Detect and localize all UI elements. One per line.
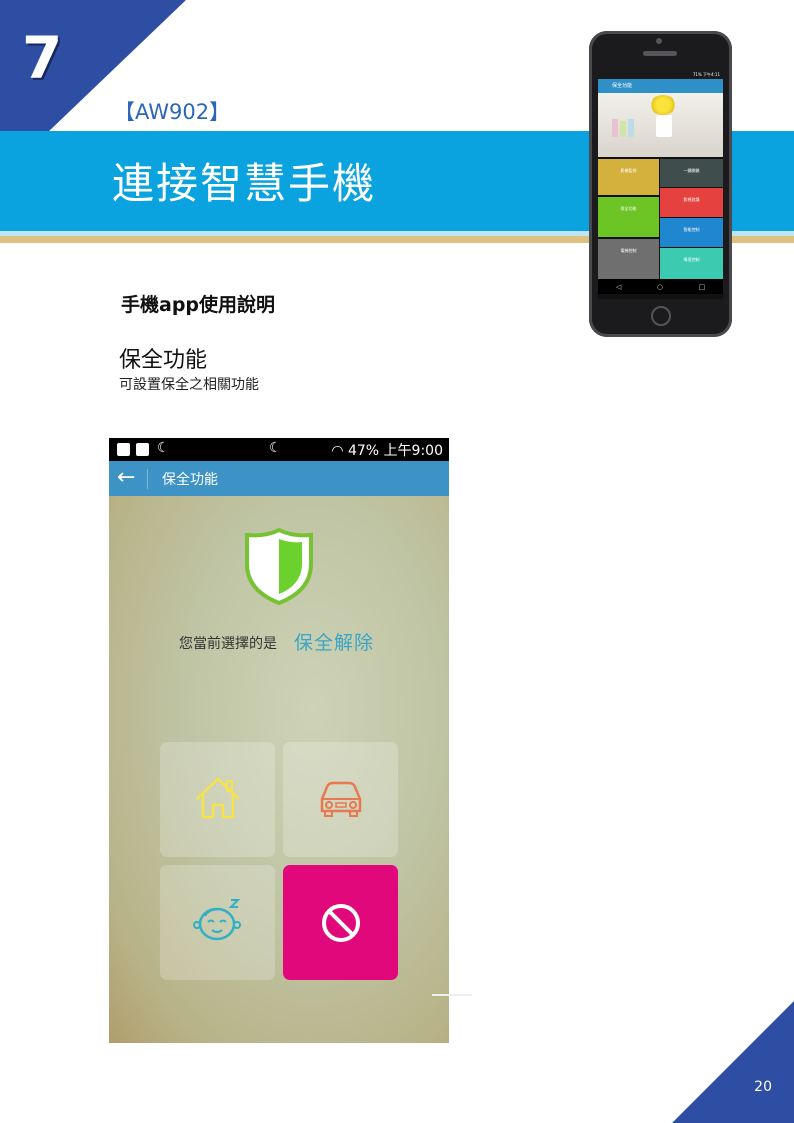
phone-tile-scene: 情境控制 (660, 248, 723, 279)
phone-mockup: 71% 下午4:11 保全功能 影像監視 一鍵開鎖 影視對講 保全功能 智能控制… (589, 31, 732, 337)
hero-flower (650, 95, 676, 115)
section-description: 可設置保全之相關功能 (119, 377, 259, 393)
model-label: 【AW902】 (114, 100, 231, 124)
subheading: 手機app使用說明 (121, 294, 276, 316)
notification-icon (117, 443, 130, 456)
phone-tile-unlock: 一鍵開鎖 (660, 159, 723, 187)
phone-speaker (643, 51, 677, 56)
shield-icon (245, 527, 313, 606)
do-not-disturb-icon: ☾ (269, 440, 282, 456)
phone-nav-bar: ◁ ○ □ (598, 279, 723, 294)
car-icon (320, 781, 362, 817)
image-notification-icon (136, 443, 149, 456)
mode-label: 您當前選擇的是 (179, 636, 277, 652)
back-arrow-icon[interactable]: ← (117, 465, 135, 490)
home-mode-button[interactable] (160, 742, 275, 857)
phone-recents-icon: □ (698, 282, 706, 291)
phone-back-icon: ◁ (615, 282, 622, 291)
phone-status-bar: 71% 下午4:11 (598, 71, 723, 79)
phone-tile-intercom: 影視對講 (660, 188, 723, 217)
section-title: 保全功能 (119, 348, 208, 373)
hero-vase (656, 115, 672, 137)
page-number: 20 (754, 1079, 772, 1095)
chapter-number: 7 (22, 24, 63, 92)
phone-home-button (651, 306, 671, 326)
app-bar-divider (147, 469, 148, 489)
mode-value: 保全解除 (294, 632, 375, 654)
phone-app-title: 保全功能 (612, 83, 633, 89)
wifi-icon: ◠ (331, 443, 344, 459)
disarm-mode-button[interactable] (283, 865, 398, 980)
moon-icon: ☾ (157, 440, 170, 456)
app-screenshot: ☾ ☾ ◠ 47% 上午9:00 ← 保全功能 您當前選擇的是 保全解除 (109, 438, 449, 1043)
hero-glass (612, 119, 618, 137)
phone-home-icon: ○ (656, 282, 663, 291)
phone-camera (656, 38, 662, 44)
away-mode-button[interactable] (283, 742, 398, 857)
status-bar: ☾ ☾ ◠ 47% 上午9:00 (109, 438, 449, 461)
baby-icon (193, 899, 241, 941)
corner-decoration-bottom-right (672, 1001, 794, 1123)
disarm-icon (322, 904, 360, 942)
status-text: 47% 上午9:00 (347, 443, 443, 459)
app-bar: ← 保全功能 (109, 461, 449, 496)
home-icon (196, 777, 240, 819)
phone-tile-elevator: 電梯控制 (598, 239, 659, 279)
page-title: 連接智慧手機 (112, 159, 377, 208)
phone-app-bar: 保全功能 (598, 79, 723, 93)
hero-glass (628, 119, 634, 137)
scroll-indicator (432, 994, 472, 996)
phone-hero-image (598, 93, 723, 157)
phone-tile-video-monitor: 影像監視 (598, 159, 659, 195)
hero-glass (620, 121, 626, 137)
sleep-mode-button[interactable] (160, 865, 275, 980)
status-right: ◠ 47% 上午9:00 (331, 440, 443, 460)
phone-tile-smart-control: 智能控制 (660, 218, 723, 247)
phone-tile-security: 保全功能 (598, 197, 659, 237)
app-bar-title: 保全功能 (162, 472, 218, 488)
phone-screen: 71% 下午4:11 保全功能 影像監視 一鍵開鎖 影視對講 保全功能 智能控制… (598, 71, 723, 299)
